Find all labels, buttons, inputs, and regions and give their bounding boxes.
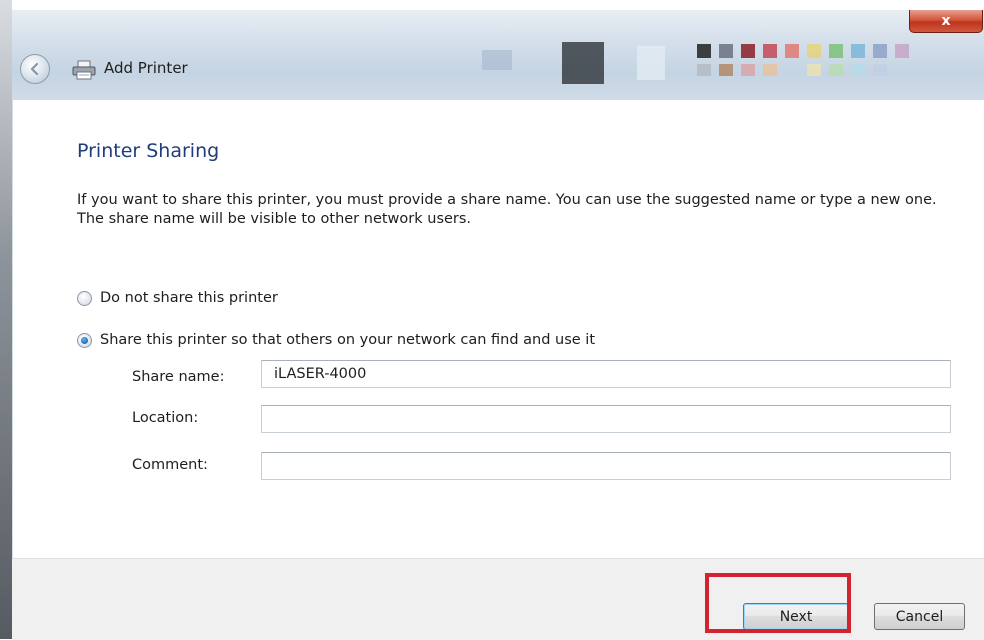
back-arrow-icon <box>30 62 39 76</box>
location-label: Location: <box>132 410 199 426</box>
desktop-background-edge <box>0 0 12 639</box>
location-input[interactable] <box>261 405 951 433</box>
cancel-button[interactable]: Cancel <box>874 603 965 630</box>
radio-share-printer[interactable] <box>77 332 92 348</box>
page-heading: Printer Sharing <box>77 140 220 162</box>
back-button[interactable] <box>20 54 50 84</box>
comment-label: Comment: <box>132 457 208 473</box>
aero-glass-background <box>482 42 909 84</box>
wizard-content: Printer Sharing If you want to share thi… <box>12 100 984 558</box>
radio-do-not-share[interactable] <box>77 290 92 306</box>
comment-input[interactable] <box>261 452 951 480</box>
next-button-highlight <box>705 573 851 633</box>
option-do-not-share[interactable]: Do not share this printer <box>77 290 278 306</box>
option-share-printer[interactable]: Share this printer so that others on you… <box>77 332 595 348</box>
option-label-share-printer: Share this printer so that others on you… <box>100 332 596 348</box>
add-printer-window: x Add Printer Printer Sharing If you wan… <box>12 10 984 640</box>
window-title: Add Printer <box>104 59 188 77</box>
printer-icon <box>72 60 96 80</box>
share-name-input[interactable]: iLASER-4000 <box>261 360 951 388</box>
share-name-label: Share name: <box>132 369 225 385</box>
close-button[interactable]: x <box>909 10 983 33</box>
close-icon: x <box>941 13 951 29</box>
option-label-do-not-share: Do not share this printer <box>100 290 278 306</box>
page-description: If you want to share this printer, you m… <box>77 192 937 227</box>
title-bar: x Add Printer <box>12 10 984 100</box>
